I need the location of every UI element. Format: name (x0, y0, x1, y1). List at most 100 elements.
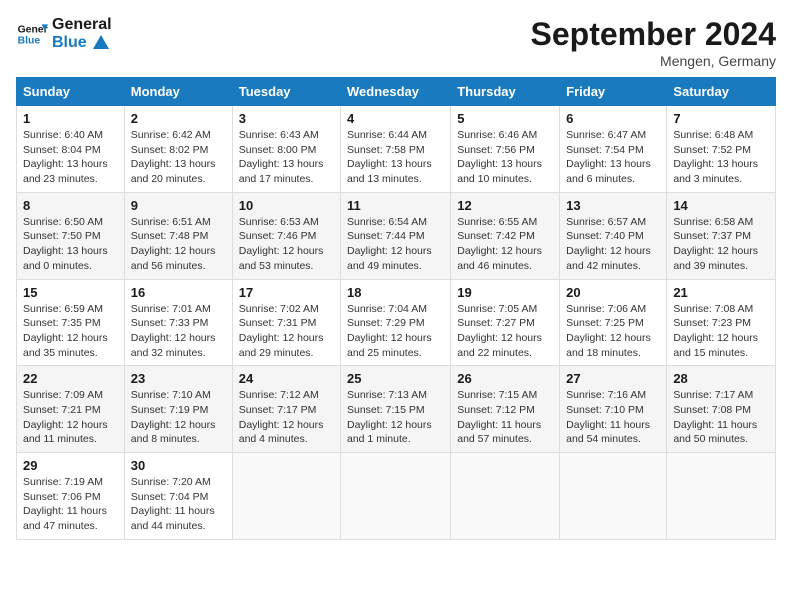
col-header-friday: Friday (560, 78, 667, 106)
day-number: 14 (673, 198, 769, 213)
day-number: 27 (566, 371, 660, 386)
day-info: Sunrise: 7:19 AM Sunset: 7:06 PM Dayligh… (23, 475, 118, 534)
title-block: September 2024 Mengen, Germany (531, 16, 776, 69)
day-info: Sunrise: 6:54 AM Sunset: 7:44 PM Dayligh… (347, 215, 444, 274)
day-cell: 26 Sunrise: 7:15 AM Sunset: 7:12 PM Dayli… (451, 366, 560, 453)
day-number: 1 (23, 111, 118, 126)
day-cell: 9 Sunrise: 6:51 AM Sunset: 7:48 PM Daylig… (124, 192, 232, 279)
day-number: 2 (131, 111, 226, 126)
day-cell: 28Sunrise: 7:17 AM Sunset: 7:08 PM Dayli… (667, 366, 776, 453)
day-cell: 12Sunrise: 6:55 AM Sunset: 7:42 PM Dayli… (451, 192, 560, 279)
day-cell: 3 Sunrise: 6:43 AM Sunset: 8:00 PM Daylig… (232, 106, 340, 193)
month-title: September 2024 (531, 16, 776, 53)
day-info: Sunrise: 6:43 AM Sunset: 8:00 PM Dayligh… (239, 128, 334, 187)
day-info: Sunrise: 6:46 AM Sunset: 7:56 PM Dayligh… (457, 128, 553, 187)
day-number: 25 (347, 371, 444, 386)
day-info: Sunrise: 7:16 AM Sunset: 7:10 PM Dayligh… (566, 388, 660, 447)
day-number: 5 (457, 111, 553, 126)
day-number: 7 (673, 111, 769, 126)
day-number: 24 (239, 371, 334, 386)
day-cell: 25 Sunrise: 7:13 AM Sunset: 7:15 PM Dayli… (341, 366, 451, 453)
day-number: 23 (131, 371, 226, 386)
day-cell: 10Sunrise: 6:53 AM Sunset: 7:46 PM Dayli… (232, 192, 340, 279)
day-number: 29 (23, 458, 118, 473)
day-info: Sunrise: 7:09 AM Sunset: 7:21 PM Dayligh… (23, 388, 118, 447)
day-cell (232, 453, 340, 540)
day-cell: 24Sunrise: 7:12 AM Sunset: 7:17 PM Dayli… (232, 366, 340, 453)
day-number: 20 (566, 285, 660, 300)
location: Mengen, Germany (531, 53, 776, 69)
svg-text:Blue: Blue (18, 35, 41, 46)
day-info: Sunrise: 6:59 AM Sunset: 7:35 PM Dayligh… (23, 302, 118, 361)
day-number: 11 (347, 198, 444, 213)
week-row-1: 1 Sunrise: 6:40 AM Sunset: 8:04 PM Daylig… (17, 106, 776, 193)
col-header-wednesday: Wednesday (341, 78, 451, 106)
page-header: General Blue General Blue General Blue S… (16, 16, 776, 69)
day-number: 17 (239, 285, 334, 300)
day-cell: 2 Sunrise: 6:42 AM Sunset: 8:02 PM Daylig… (124, 106, 232, 193)
day-info: Sunrise: 7:01 AM Sunset: 7:33 PM Dayligh… (131, 302, 226, 361)
day-info: Sunrise: 7:06 AM Sunset: 7:25 PM Dayligh… (566, 302, 660, 361)
week-row-3: 15Sunrise: 6:59 AM Sunset: 7:35 PM Dayli… (17, 279, 776, 366)
day-number: 12 (457, 198, 553, 213)
col-header-sunday: Sunday (17, 78, 125, 106)
day-cell: 11 Sunrise: 6:54 AM Sunset: 7:44 PM Dayli… (341, 192, 451, 279)
day-number: 19 (457, 285, 553, 300)
day-number: 28 (673, 371, 769, 386)
col-header-monday: Monday (124, 78, 232, 106)
day-cell: 17 Sunrise: 7:02 AM Sunset: 7:31 PM Dayli… (232, 279, 340, 366)
day-info: Sunrise: 6:58 AM Sunset: 7:37 PM Dayligh… (673, 215, 769, 274)
day-cell: 27 Sunrise: 7:16 AM Sunset: 7:10 PM Dayli… (560, 366, 667, 453)
week-row-5: 29 Sunrise: 7:19 AM Sunset: 7:06 PM Dayli… (17, 453, 776, 540)
day-number: 9 (131, 198, 226, 213)
logo-icon: General Blue (16, 18, 48, 50)
logo-text-block: General Blue (52, 16, 112, 51)
day-cell (560, 453, 667, 540)
day-cell: 21Sunrise: 7:08 AM Sunset: 7:23 PM Dayli… (667, 279, 776, 366)
header-row: SundayMondayTuesdayWednesdayThursdayFrid… (17, 78, 776, 106)
day-info: Sunrise: 7:04 AM Sunset: 7:29 PM Dayligh… (347, 302, 444, 361)
day-info: Sunrise: 6:51 AM Sunset: 7:48 PM Dayligh… (131, 215, 226, 274)
week-row-4: 22Sunrise: 7:09 AM Sunset: 7:21 PM Dayli… (17, 366, 776, 453)
day-cell: 1 Sunrise: 6:40 AM Sunset: 8:04 PM Daylig… (17, 106, 125, 193)
day-info: Sunrise: 7:10 AM Sunset: 7:19 PM Dayligh… (131, 388, 226, 447)
day-number: 26 (457, 371, 553, 386)
day-cell (341, 453, 451, 540)
day-cell: 13 Sunrise: 6:57 AM Sunset: 7:40 PM Dayli… (560, 192, 667, 279)
day-cell: 15Sunrise: 6:59 AM Sunset: 7:35 PM Dayli… (17, 279, 125, 366)
calendar-table: SundayMondayTuesdayWednesdayThursdayFrid… (16, 77, 776, 540)
day-info: Sunrise: 7:13 AM Sunset: 7:15 PM Dayligh… (347, 388, 444, 447)
day-info: Sunrise: 6:57 AM Sunset: 7:40 PM Dayligh… (566, 215, 660, 274)
day-cell: 19 Sunrise: 7:05 AM Sunset: 7:27 PM Dayli… (451, 279, 560, 366)
day-info: Sunrise: 7:05 AM Sunset: 7:27 PM Dayligh… (457, 302, 553, 361)
day-cell (667, 453, 776, 540)
day-cell: 23 Sunrise: 7:10 AM Sunset: 7:19 PM Dayli… (124, 366, 232, 453)
day-info: Sunrise: 6:44 AM Sunset: 7:58 PM Dayligh… (347, 128, 444, 187)
day-cell: 8Sunrise: 6:50 AM Sunset: 7:50 PM Daylig… (17, 192, 125, 279)
day-number: 13 (566, 198, 660, 213)
day-cell: 20 Sunrise: 7:06 AM Sunset: 7:25 PM Dayli… (560, 279, 667, 366)
day-cell: 5 Sunrise: 6:46 AM Sunset: 7:56 PM Daylig… (451, 106, 560, 193)
day-number: 4 (347, 111, 444, 126)
day-number: 30 (131, 458, 226, 473)
day-info: Sunrise: 7:08 AM Sunset: 7:23 PM Dayligh… (673, 302, 769, 361)
day-info: Sunrise: 6:53 AM Sunset: 7:46 PM Dayligh… (239, 215, 334, 274)
day-info: Sunrise: 7:02 AM Sunset: 7:31 PM Dayligh… (239, 302, 334, 361)
day-number: 3 (239, 111, 334, 126)
day-number: 8 (23, 198, 118, 213)
day-info: Sunrise: 7:15 AM Sunset: 7:12 PM Dayligh… (457, 388, 553, 447)
day-cell (451, 453, 560, 540)
day-cell: 30 Sunrise: 7:20 AM Sunset: 7:04 PM Dayli… (124, 453, 232, 540)
day-cell: 14 Sunrise: 6:58 AM Sunset: 7:37 PM Dayli… (667, 192, 776, 279)
logo: General Blue General Blue General Blue (16, 16, 112, 51)
day-number: 16 (131, 285, 226, 300)
day-info: Sunrise: 7:20 AM Sunset: 7:04 PM Dayligh… (131, 475, 226, 534)
day-info: Sunrise: 6:42 AM Sunset: 8:02 PM Dayligh… (131, 128, 226, 187)
day-number: 6 (566, 111, 660, 126)
week-row-2: 8Sunrise: 6:50 AM Sunset: 7:50 PM Daylig… (17, 192, 776, 279)
day-info: Sunrise: 6:40 AM Sunset: 8:04 PM Dayligh… (23, 128, 118, 187)
col-header-saturday: Saturday (667, 78, 776, 106)
day-info: Sunrise: 6:48 AM Sunset: 7:52 PM Dayligh… (673, 128, 769, 187)
day-cell: 29 Sunrise: 7:19 AM Sunset: 7:06 PM Dayli… (17, 453, 125, 540)
day-cell: 22Sunrise: 7:09 AM Sunset: 7:21 PM Dayli… (17, 366, 125, 453)
